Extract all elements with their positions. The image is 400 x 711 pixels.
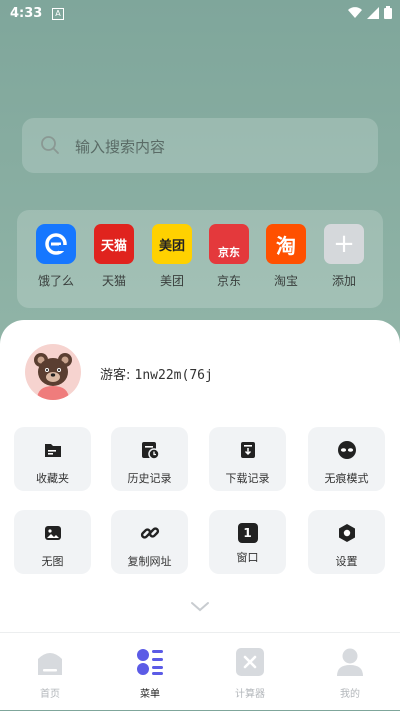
settings-button[interactable]: 设置 bbox=[308, 510, 385, 574]
shortcut-jd[interactable]: 京东 京东 bbox=[200, 224, 258, 289]
tab-menu[interactable]: 菜单 bbox=[120, 647, 180, 700]
no-image-button[interactable]: 无图 bbox=[14, 510, 91, 574]
calculator-icon bbox=[236, 648, 264, 676]
search-input[interactable]: 输入搜索内容 bbox=[75, 136, 165, 157]
guest-info: 游客: 1nw22m(76j bbox=[100, 364, 213, 383]
copy-url-button[interactable]: 复制网址 bbox=[111, 510, 188, 574]
history-label: 历史记录 bbox=[127, 472, 172, 485]
incognito-button[interactable]: 无痕模式 bbox=[308, 427, 385, 491]
taobao-logo-icon: 淘 bbox=[266, 224, 306, 264]
shortcut-meituan[interactable]: 美团 美团 bbox=[143, 224, 201, 289]
shortcuts-panel: 饿了么 天猫 天猫 美团 美团 京东 京东 淘 淘宝 + 添加 bbox=[17, 210, 383, 308]
bookmarks-button[interactable]: 收藏夹 bbox=[14, 427, 91, 491]
tmall-logo-icon: 天猫 bbox=[94, 224, 134, 264]
plus-icon: + bbox=[324, 224, 364, 264]
meituan-logo-icon: 美团 bbox=[152, 224, 192, 264]
settings-icon bbox=[338, 524, 355, 542]
menu-sheet: 游客: 1nw22m(76j 收藏夹 历史记录 下载记录 无痕模式 无图 复制网… bbox=[0, 320, 400, 710]
shortcut-add[interactable]: + 添加 bbox=[315, 224, 373, 289]
signal-icon bbox=[367, 6, 379, 19]
window-icon: 1 bbox=[237, 523, 258, 543]
shortcut-tmall[interactable]: 天猫 天猫 bbox=[85, 224, 143, 289]
status-time: 4:33 bbox=[10, 6, 43, 21]
history-button[interactable]: 历史记录 bbox=[111, 427, 188, 491]
status-bar: 4:33 A bbox=[0, 0, 400, 28]
status-notification-icon: A bbox=[52, 8, 64, 20]
history-icon bbox=[141, 442, 160, 460]
link-icon bbox=[140, 527, 159, 539]
shortcut-taobao[interactable]: 淘 淘宝 bbox=[257, 224, 315, 289]
guest-name: 1nw22m(76j bbox=[134, 368, 213, 383]
incognito-icon bbox=[337, 441, 356, 459]
shortcut-eleme[interactable]: 饿了么 bbox=[27, 224, 85, 289]
windows-label: 窗口 bbox=[236, 551, 259, 564]
battery-icon bbox=[384, 6, 392, 19]
shortcut-label: 淘宝 bbox=[273, 274, 298, 288]
no-image-label: 无图 bbox=[41, 555, 64, 568]
windows-button[interactable]: 1 窗口 bbox=[209, 510, 286, 574]
jd-logo-icon: 京东 bbox=[209, 224, 249, 264]
chevron-down-icon[interactable] bbox=[190, 601, 210, 613]
tab-profile[interactable]: 我的 bbox=[320, 647, 380, 700]
search-bar[interactable]: 输入搜索内容 bbox=[22, 118, 378, 173]
download-icon bbox=[240, 442, 255, 458]
no-image-icon bbox=[44, 526, 61, 540]
downloads-button[interactable]: 下载记录 bbox=[209, 427, 286, 491]
home-icon bbox=[38, 653, 62, 675]
profile-icon bbox=[337, 648, 363, 676]
bottom-tab-bar: 首页 菜单 计算器 我的 bbox=[0, 632, 400, 711]
eleme-logo-icon bbox=[36, 224, 76, 264]
tab-menu-label: 菜单 bbox=[140, 689, 160, 700]
menu-icon bbox=[137, 649, 163, 675]
settings-label: 设置 bbox=[335, 555, 358, 568]
folder-icon bbox=[44, 444, 61, 457]
avatar[interactable] bbox=[25, 344, 81, 400]
incognito-label: 无痕模式 bbox=[324, 472, 369, 485]
bookmarks-label: 收藏夹 bbox=[36, 472, 69, 485]
status-icons bbox=[348, 6, 392, 19]
shortcut-label: 京东 bbox=[216, 274, 241, 288]
bear-avatar-icon bbox=[34, 353, 72, 400]
tab-calculator[interactable]: 计算器 bbox=[220, 647, 280, 700]
search-icon bbox=[41, 136, 59, 154]
shortcut-label: 饿了么 bbox=[37, 274, 74, 288]
downloads-label: 下载记录 bbox=[225, 472, 270, 485]
tab-home-label: 首页 bbox=[40, 689, 60, 700]
jd-logo-text: 京东 bbox=[218, 246, 240, 259]
shortcut-label: 添加 bbox=[331, 274, 356, 288]
guest-prefix: 游客: bbox=[100, 368, 131, 383]
shortcut-label: 天猫 bbox=[101, 274, 126, 288]
tab-calculator-label: 计算器 bbox=[235, 689, 265, 700]
tab-home[interactable]: 首页 bbox=[20, 647, 80, 700]
copy-url-label: 复制网址 bbox=[127, 555, 172, 568]
tab-profile-label: 我的 bbox=[340, 689, 360, 700]
wifi-icon bbox=[348, 6, 362, 18]
shortcut-label: 美团 bbox=[159, 274, 184, 288]
